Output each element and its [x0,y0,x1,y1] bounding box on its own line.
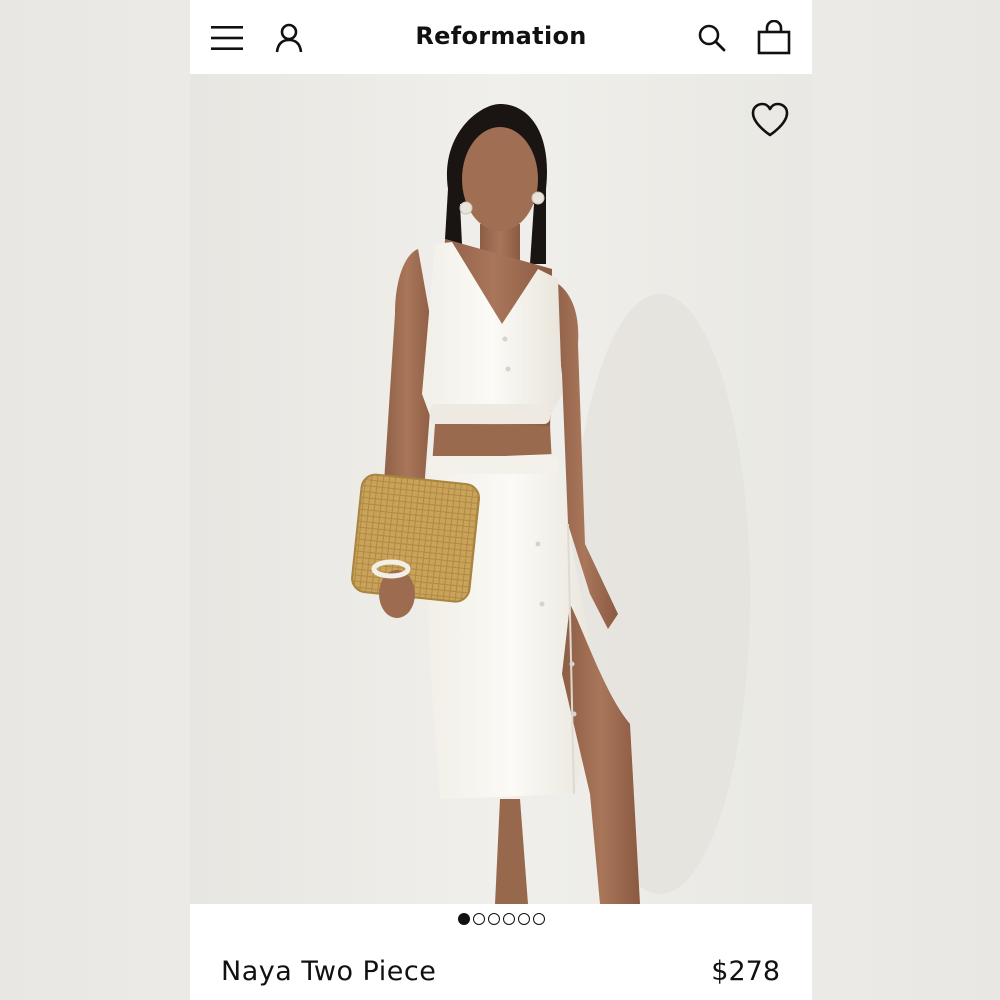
carousel-dot[interactable] [502,913,515,925]
search-icon[interactable] [692,18,732,58]
carousel-dot[interactable] [472,913,485,925]
product-image-carousel[interactable] [190,74,812,904]
carousel-dot[interactable] [487,913,500,925]
carousel-dot[interactable] [517,913,530,925]
shopping-bag-icon[interactable] [754,18,794,58]
carousel-dot[interactable] [532,913,545,925]
product-page: Reformation Naya Two Piece $278 [190,0,812,1000]
wishlist-heart-icon[interactable] [748,98,792,142]
product-price: $278 [711,956,780,987]
top-navigation: Reformation [190,0,812,74]
carousel-dot-active[interactable] [457,913,470,925]
product-name: Naya Two Piece [221,956,437,987]
product-photo [190,74,812,904]
carousel-pagination [190,913,812,931]
